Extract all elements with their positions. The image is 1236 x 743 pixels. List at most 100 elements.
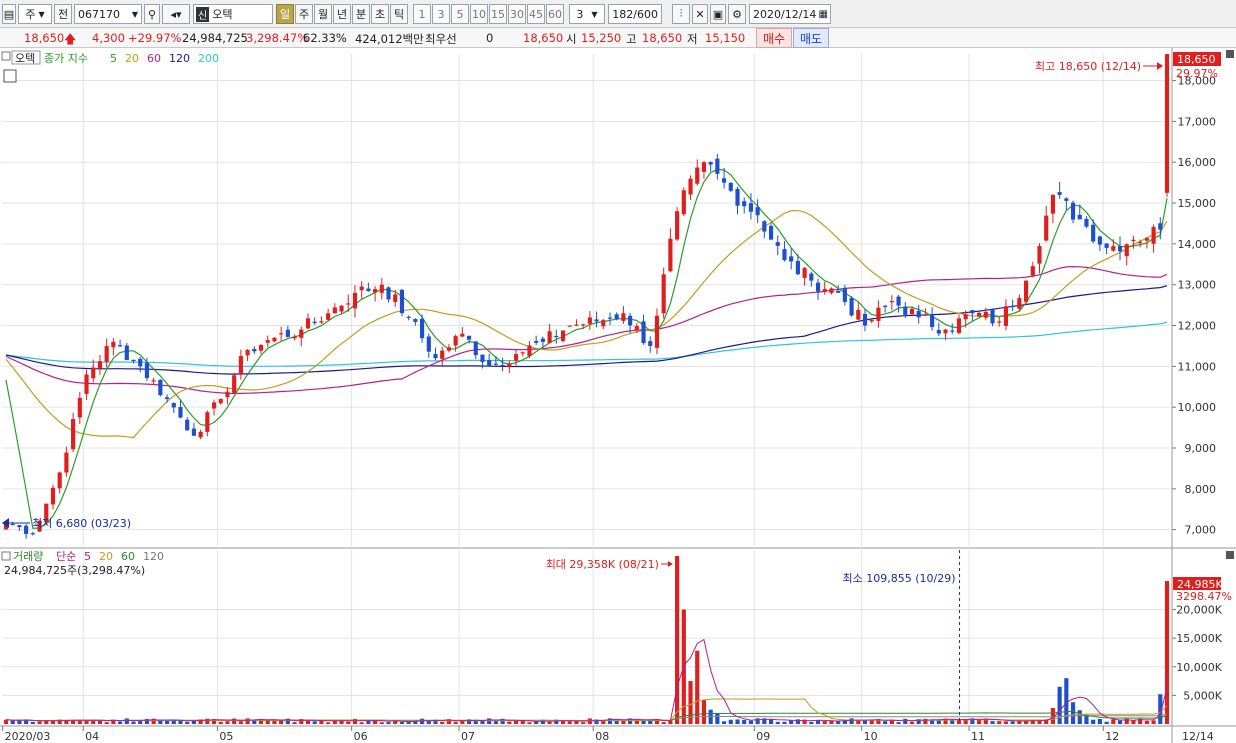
candle-body: [218, 399, 223, 404]
volume-value: 24,984,725: [182, 31, 248, 45]
period-tab[interactable]: 분: [352, 4, 370, 24]
prev-button[interactable]: 전: [54, 4, 72, 24]
time-tick-label: 12: [1105, 730, 1119, 743]
period-tab[interactable]: 월: [314, 4, 332, 24]
candle-body: [413, 319, 418, 322]
interval-tab[interactable]: 10: [470, 4, 488, 24]
price-tick-label: 9,000: [1185, 442, 1217, 455]
high-price: 18,650: [642, 31, 683, 45]
sell-button[interactable]: 매도: [793, 28, 829, 48]
candle-body: [225, 391, 230, 398]
volume-bar: [1023, 721, 1029, 724]
interval-tab[interactable]: 5: [451, 4, 469, 24]
candle-body: [420, 318, 425, 339]
volume-bar: [218, 721, 223, 724]
candle-body: [534, 340, 539, 343]
stock-chart[interactable]: 7,000 8,000 9,000 10,000 11,000 12,000 13,000 1…: [0, 48, 1236, 743]
time-tick-label: 06: [354, 730, 368, 743]
volume-bar: [862, 720, 868, 724]
time-tick-label: 08: [595, 730, 609, 743]
turnover-rate: 62.33%: [303, 31, 347, 45]
candle-body: [1144, 238, 1149, 241]
volume-bar: [1151, 720, 1156, 724]
crosshair-icon[interactable]: ✕: [692, 4, 708, 24]
candle-body: [1111, 246, 1116, 251]
candle-body: [124, 345, 129, 360]
save-icon[interactable]: ▣: [710, 4, 726, 24]
volume-bar: [513, 720, 519, 724]
current-pct-label: 29.97%: [1176, 67, 1218, 80]
volume-bar: [326, 722, 331, 724]
pref-value: 0: [486, 31, 494, 45]
interval-tab[interactable]: 45: [527, 4, 545, 24]
volume-bar: [379, 722, 384, 724]
candle-body: [466, 335, 472, 340]
candle-body: [963, 314, 968, 320]
candle-body: [1070, 202, 1076, 220]
volume-bar: [487, 718, 492, 724]
period-tab[interactable]: 일: [276, 4, 294, 24]
candle-body: [594, 319, 599, 322]
volume-tick-label: 10,000K: [1176, 661, 1222, 674]
candle-body: [453, 336, 458, 346]
candle-body: [446, 347, 452, 351]
price-tick-label: 8,000: [1185, 483, 1217, 496]
period-tab[interactable]: 초: [371, 4, 389, 24]
volume-ratio: 3,298.47%: [246, 31, 309, 45]
interval-select[interactable]: 3 ▼: [569, 4, 605, 24]
candle-body: [205, 412, 210, 432]
panel-menu-icon[interactable]: ▤: [2, 4, 16, 24]
candle-body: [520, 352, 525, 354]
candle-body: [567, 325, 572, 327]
candle-body: [359, 286, 364, 291]
interval-tab[interactable]: 1: [413, 4, 431, 24]
candle-body: [735, 188, 740, 206]
period-tab[interactable]: 틱: [390, 4, 408, 24]
volume-bar: [118, 721, 123, 724]
volume-bar: [1104, 721, 1109, 724]
volume-bar: [695, 650, 700, 724]
speaker-icon[interactable]: ◂▾: [162, 4, 190, 24]
interval-tab[interactable]: 15: [489, 4, 507, 24]
chart-background: [0, 48, 1236, 743]
candle-body: [836, 290, 841, 293]
max-volume-annotation: 최대 29,358K (08/21): [546, 558, 659, 571]
candle-body: [292, 336, 297, 339]
price-legend-title: 종가 지수: [44, 52, 88, 65]
interval-tab[interactable]: 30: [508, 4, 526, 24]
period-tab[interactable]: 주: [295, 4, 313, 24]
candle-body: [728, 182, 733, 191]
candle-body: [862, 313, 868, 326]
candle-body: [258, 345, 264, 351]
stock-name-field[interactable]: 신 오텍: [193, 4, 273, 24]
time-tick-label: 11: [971, 730, 985, 743]
buy-button[interactable]: 매수: [756, 28, 792, 48]
candle-body: [943, 329, 948, 334]
candle-body: [527, 345, 532, 357]
stock-code-input[interactable]: 067170 ▼: [74, 4, 142, 24]
market-type-label: 주: [25, 8, 36, 21]
candle-body: [1138, 241, 1143, 244]
volume-bar: [245, 718, 250, 724]
interval-tab-label: 45: [529, 7, 543, 21]
candle-body: [930, 314, 935, 327]
interval-tab[interactable]: 60: [546, 4, 564, 24]
gear-icon[interactable]: ⚙: [728, 4, 746, 24]
data-count-field[interactable]: 182/600: [608, 4, 662, 24]
candle-body: [936, 330, 941, 334]
price-tick-label: 14,000: [1178, 238, 1217, 251]
buy-label: 매수: [762, 31, 786, 46]
candle-type-icon[interactable]: ⫶: [672, 4, 690, 24]
interval-tab[interactable]: 3: [432, 4, 450, 24]
candle-body: [601, 320, 606, 327]
volume-bar: [305, 720, 311, 724]
candle-body: [701, 162, 707, 172]
candle-body: [1164, 54, 1170, 193]
time-tick-label: 07: [461, 730, 475, 743]
date-field[interactable]: 2020/12/14 ▦: [749, 4, 831, 24]
search-icon[interactable]: ⚲: [144, 4, 160, 24]
trading-window: ▤ 주 ▼ 전 067170 ▼ ⚲ ◂▾ 신 오텍 일주월년분초틱 1 3 5 10…: [0, 0, 1236, 743]
candle-body: [460, 333, 465, 337]
period-tab[interactable]: 년: [333, 4, 351, 24]
market-type-select[interactable]: 주 ▼: [18, 4, 52, 24]
